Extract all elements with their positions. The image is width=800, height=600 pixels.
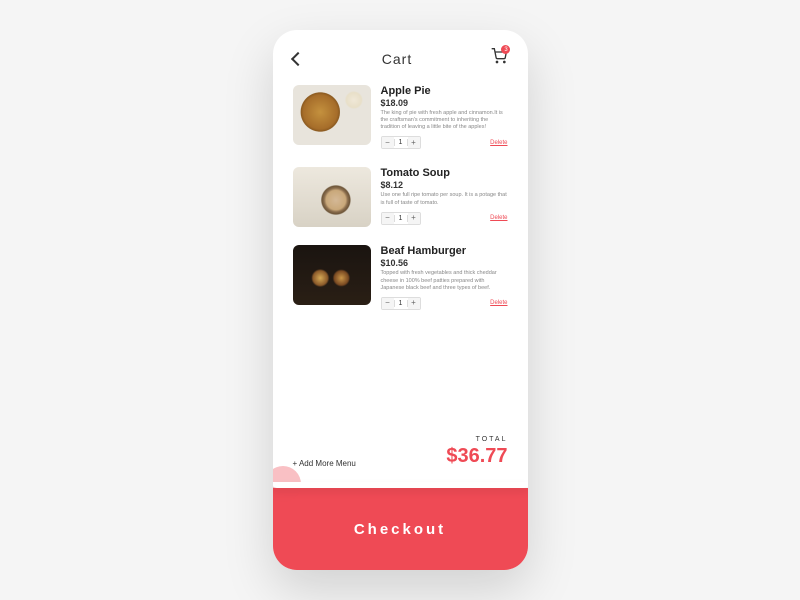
page-title: Cart	[382, 51, 412, 67]
add-more-button[interactable]: + Add More Menu	[293, 459, 356, 468]
phone-frame: Cart 3 Apple Pie $18.09 The king of pie …	[273, 30, 528, 570]
item-image	[293, 245, 371, 305]
item-image	[293, 85, 371, 145]
cart-footer: + Add More Menu TOTAL $36.77	[273, 428, 528, 482]
delete-button[interactable]: Delete	[490, 300, 507, 306]
item-info: Tomato Soup $8.12 Use one full ripe toma…	[381, 167, 508, 227]
qty-minus-button[interactable]: −	[382, 298, 394, 309]
cart-badge: 3	[501, 45, 510, 54]
cart-item: Apple Pie $18.09 The king of pie with fr…	[293, 85, 508, 149]
total-label: TOTAL	[446, 436, 507, 443]
header: Cart 3	[273, 30, 528, 77]
item-image	[293, 167, 371, 227]
qty-value: 1	[394, 300, 408, 307]
item-description: Use one full ripe tomato per soup. It is…	[381, 192, 508, 206]
checkout-button[interactable]: Checkout	[273, 488, 528, 570]
qty-plus-button[interactable]: +	[408, 213, 420, 224]
total-block: TOTAL $36.77	[446, 436, 507, 468]
item-price: $10.56	[381, 258, 508, 268]
item-name: Beaf Hamburger	[381, 245, 508, 257]
item-description: Topped with fresh vegetables and thick c…	[381, 270, 508, 291]
card-divider	[273, 482, 528, 488]
quantity-stepper: − 1 +	[381, 297, 421, 310]
qty-value: 1	[394, 215, 408, 222]
qty-value: 1	[394, 139, 408, 146]
cart-items-list: Apple Pie $18.09 The king of pie with fr…	[273, 77, 528, 428]
item-actions: − 1 + Delete	[381, 297, 508, 310]
item-info: Apple Pie $18.09 The king of pie with fr…	[381, 85, 508, 149]
delete-button[interactable]: Delete	[490, 215, 507, 221]
item-price: $8.12	[381, 180, 508, 190]
total-price: $36.77	[446, 445, 507, 468]
back-icon[interactable]	[290, 51, 304, 65]
qty-plus-button[interactable]: +	[408, 298, 420, 309]
item-price: $18.09	[381, 98, 508, 108]
item-info: Beaf Hamburger $10.56 Topped with fresh …	[381, 245, 508, 309]
cart-item: Tomato Soup $8.12 Use one full ripe toma…	[293, 167, 508, 227]
quantity-stepper: − 1 +	[381, 212, 421, 225]
item-actions: − 1 + Delete	[381, 136, 508, 149]
cart-item: Beaf Hamburger $10.56 Topped with fresh …	[293, 245, 508, 309]
item-description: The king of pie with fresh apple and cin…	[381, 110, 508, 131]
item-name: Apple Pie	[381, 85, 508, 97]
item-name: Tomato Soup	[381, 167, 508, 179]
item-actions: − 1 + Delete	[381, 212, 508, 225]
quantity-stepper: − 1 +	[381, 136, 421, 149]
qty-minus-button[interactable]: −	[382, 137, 394, 148]
qty-plus-button[interactable]: +	[408, 137, 420, 148]
checkout-label: Checkout	[354, 521, 446, 538]
qty-minus-button[interactable]: −	[382, 213, 394, 224]
delete-button[interactable]: Delete	[490, 140, 507, 146]
cart-button[interactable]: 3	[491, 48, 507, 69]
